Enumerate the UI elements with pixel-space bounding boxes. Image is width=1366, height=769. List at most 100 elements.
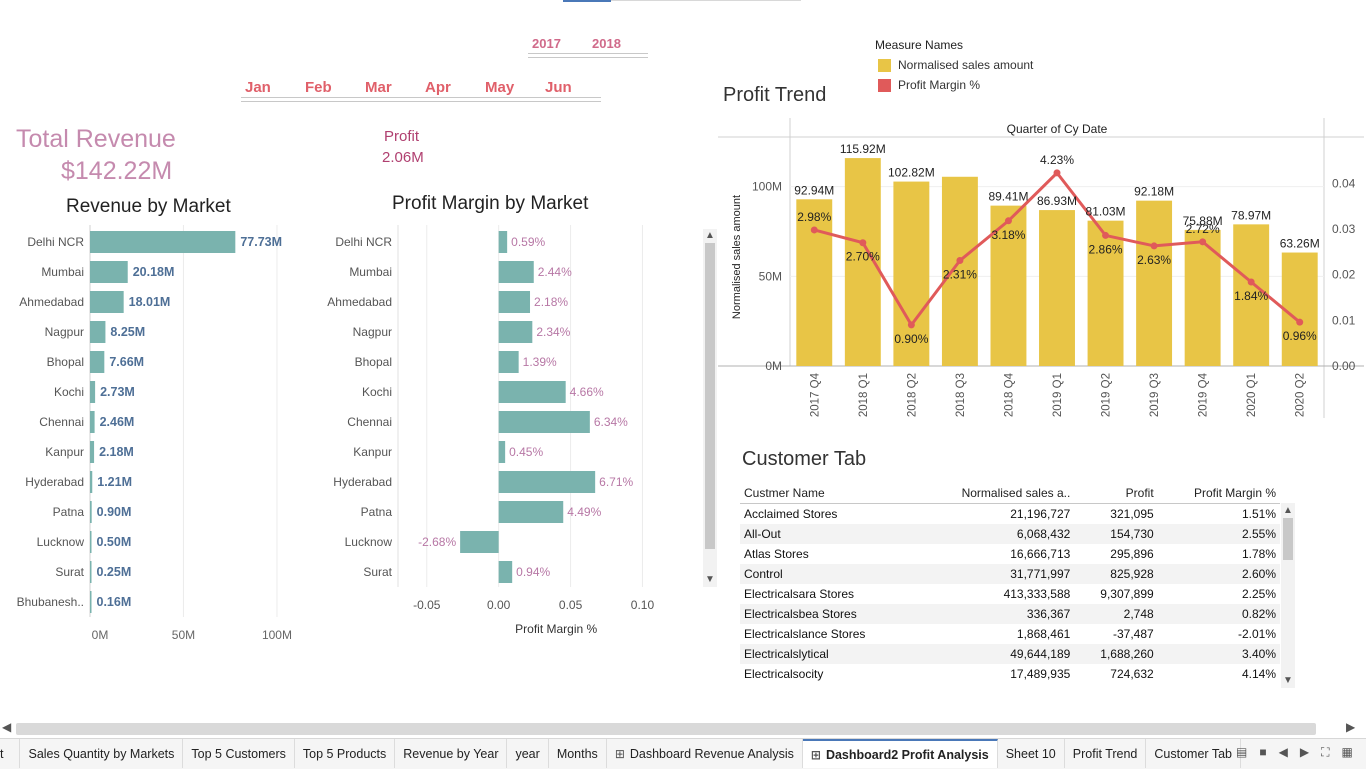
tab-top-5-products[interactable]: Top 5 Products [295,739,396,768]
grid-view-icon[interactable]: ▦ [1341,745,1352,760]
month-filter-jan[interactable]: Jan [245,79,271,96]
trend-profit-margin-point[interactable] [1004,217,1012,225]
profit-value: 2.06M [382,149,424,166]
trend-sales-bar[interactable] [1136,200,1173,366]
revenue-bar[interactable] [90,561,92,583]
profit-margin-bar[interactable] [498,411,590,433]
month-filter-mar[interactable]: Mar [365,79,392,96]
revenue-bar[interactable] [90,591,92,613]
legend-item-sales[interactable]: Normalised sales amount [878,58,1033,72]
profit-margin-value-label: 0.94% [516,565,550,579]
trend-profit-margin-point[interactable] [1053,169,1061,177]
tab-sheet-10[interactable]: Sheet 10 [998,739,1065,768]
revenue-bar[interactable] [90,441,95,463]
trend-profit-margin-point[interactable] [1102,231,1110,239]
chevron-up-icon[interactable]: ▲ [1282,505,1294,516]
profit-margin-scrollbar-thumb[interactable] [705,243,715,549]
month-filter-apr[interactable]: Apr [425,79,451,96]
trend-profit-margin-point[interactable] [1199,238,1207,246]
trend-profit-margin-point[interactable] [810,226,818,234]
table-row[interactable]: Electricalslance Stores 1,868,461 -37,487 -… [740,624,1280,644]
table-row[interactable]: Electricalslytical 49,644,189 1,688,260 3.4… [740,644,1280,664]
revenue-bar[interactable] [90,261,128,283]
first-sheet-icon[interactable]: ◀ [1279,745,1288,760]
legend-item-profit-margin[interactable]: Profit Margin % [878,78,980,92]
table-row[interactable]: Acclaimed Stores 21,196,727 321,095 1.51% [740,504,1280,525]
col-normalised-sales[interactable]: Normalised sales a.. [915,483,1075,504]
table-row[interactable]: Electricalsbea Stores 336,367 2,748 0.82% [740,604,1280,624]
tab-top-5-customers[interactable]: Top 5 Customers [183,739,295,768]
revenue-bar[interactable] [90,471,93,493]
trend-profit-margin-point[interactable] [1150,242,1158,250]
tab-customer-tab[interactable]: Customer Tab [1146,739,1241,768]
trend-profit-margin-point[interactable] [859,239,867,247]
month-filter-may[interactable]: May [485,79,514,96]
profit-margin-bar[interactable] [460,531,499,553]
col-profit-margin[interactable]: Profit Margin % [1157,483,1280,504]
customer-table-scrollbar-thumb[interactable] [1283,518,1293,560]
tab-dashboard-revenue-analysis[interactable]: ⊞ Dashboard Revenue Analysis [607,739,803,768]
table-row[interactable]: All-Out 6,068,432 154,730 2.55% [740,524,1280,544]
profit-margin-bar[interactable] [498,351,519,373]
trend-sales-bar[interactable] [1281,252,1318,366]
chevron-down-icon[interactable]: ▼ [1282,675,1294,686]
tab-sales-quantity-by-markets[interactable]: Sales Quantity by Markets [20,739,184,768]
profit-margin-bar[interactable] [498,261,534,283]
month-filter-feb[interactable]: Feb [305,79,332,96]
trend-sales-bar[interactable] [796,199,833,366]
tab-months[interactable]: Months [549,739,607,768]
sheet-view-icon[interactable]: ■ [1259,745,1266,760]
col-profit[interactable]: Profit [1074,483,1158,504]
tab-year[interactable]: year [507,739,549,768]
prev-sheet-icon[interactable]: ▶ [1300,745,1309,760]
profit-margin-bar[interactable] [498,231,508,253]
fit-icon[interactable]: ⛶ [1321,745,1329,760]
chevron-left-icon[interactable]: ◀ [2,720,11,734]
profit-margin-bar[interactable] [498,471,596,493]
table-row[interactable]: Electricalsocity 17,489,935 724,632 4.14% [740,664,1280,684]
month-filter-jun[interactable]: Jun [545,79,572,96]
tab-dashboard2-profit-analysis[interactable]: ⊞ Dashboard2 Profit Analysis [802,739,998,768]
profit-margin-bar[interactable] [498,561,513,583]
customer-table[interactable]: Custmer Name Normalised sales a.. Profit… [740,483,1280,691]
chevron-right-icon[interactable]: ▶ [1346,720,1355,734]
table-row[interactable]: Atlas Stores 16,666,713 295,896 1.78% [740,544,1280,564]
revenue-bar[interactable] [90,381,96,403]
revenue-bar[interactable] [90,411,95,433]
revenue-bar[interactable] [90,531,92,553]
tab-t[interactable]: t [0,739,21,768]
year-filter-2017[interactable]: 2017 [532,36,561,51]
trend-y2-tick: 0.02 [1332,268,1356,282]
profit-margin-bar[interactable] [498,321,533,343]
trend-profit-margin-point[interactable] [1296,318,1304,326]
horizontal-scrollbar[interactable] [16,723,1316,735]
revenue-bar[interactable] [90,321,106,343]
table-row[interactable]: Electricalsara Stores 413,333,588 9,307,89… [740,584,1280,604]
tab-profit-trend[interactable]: Profit Trend [1065,739,1147,768]
year-filter-2018[interactable]: 2018 [592,36,621,51]
chevron-down-icon[interactable]: ▼ [704,574,716,585]
revenue-bar[interactable] [90,291,124,313]
profit-margin-bar[interactable] [498,501,564,523]
tab-revenue-by-year[interactable]: Revenue by Year [395,739,508,768]
filmstrip-icon[interactable]: ▤ [1236,745,1247,760]
profit-margin-bar[interactable] [498,441,506,463]
trend-profit-margin-point[interactable] [1247,278,1255,286]
chevron-up-icon[interactable]: ▲ [704,230,716,241]
trend-profit-margin-point[interactable] [956,257,964,265]
revenue-bar[interactable] [90,351,105,373]
revenue-value-label: 1.21M [97,475,132,489]
trend-sales-label: 92.18M [1134,185,1174,199]
col-customer-name[interactable]: Custmer Name [740,483,916,504]
profit-margin-category-label: Bhopal [355,355,392,369]
table-row[interactable]: Control 31,771,997 825,928 2.60% [740,564,1280,584]
profit-margin-bar[interactable] [498,291,531,313]
revenue-by-market-chart[interactable]: 0M 50M 100M Delhi NCR 77.73M Mumbai 20.18M Ahme… [0,225,320,645]
revenue-bar[interactable] [90,231,236,253]
revenue-bar[interactable] [90,501,92,523]
profit-margin-bar[interactable] [498,381,566,403]
profit-margin-by-market-chart[interactable]: -0.05 0.00 0.05 0.10 Profit Margin % Delhi NC… [320,225,720,645]
profit-trend-chart[interactable]: Quarter of Cy Date 0M 50M 100M 0.00 0.01 0.02 0… [718,118,1364,420]
trend-profit-margin-point[interactable] [907,321,915,329]
trend-sales-bar[interactable] [1039,210,1075,366]
